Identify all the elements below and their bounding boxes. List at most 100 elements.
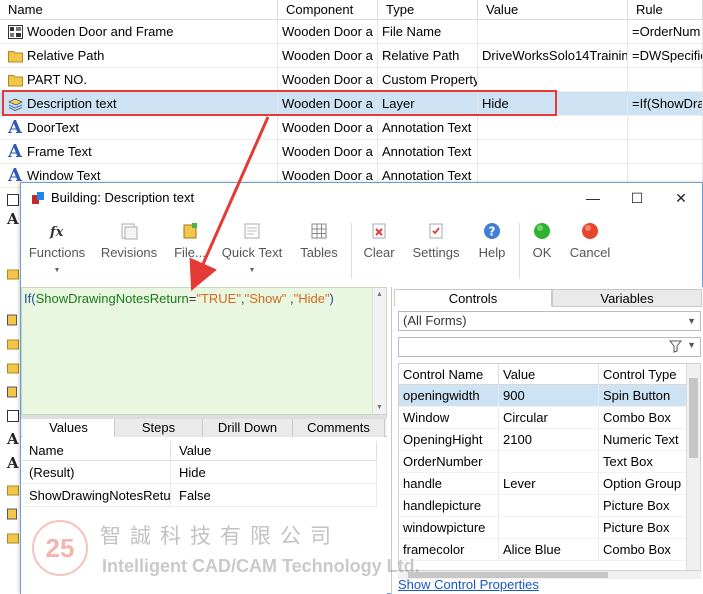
control-value[interactable]: Alice Blue xyxy=(499,539,599,561)
formula-editor[interactable]: If(ShowDrawingNotesReturn="TRUE","Show" … xyxy=(21,287,387,415)
control-value[interactable] xyxy=(499,451,599,473)
revisions-button[interactable]: Revisions xyxy=(99,221,159,279)
control-type[interactable]: Numeric Text xyxy=(599,429,689,451)
tab-controls[interactable]: Controls xyxy=(394,289,552,307)
controls-header-value[interactable]: Value xyxy=(499,364,599,385)
annotation-a-icon: A xyxy=(7,210,19,228)
values-row-name[interactable]: ShowDrawingNotesReturn xyxy=(21,484,171,507)
control-name[interactable]: handle xyxy=(399,473,499,495)
control-name[interactable]: framecolor xyxy=(399,539,499,561)
values-row-value[interactable]: False xyxy=(171,484,377,507)
filter-icon[interactable] xyxy=(669,340,682,353)
ribbon-toolbar: fx Functions ▼ Revisions File... Quick T… xyxy=(21,213,702,285)
control-value[interactable] xyxy=(499,517,599,539)
control-type[interactable]: Text Box xyxy=(599,451,689,473)
control-name[interactable]: Window xyxy=(399,407,499,429)
column-header-name[interactable]: Name xyxy=(0,0,278,20)
control-name[interactable]: OrderNumber xyxy=(399,451,499,473)
tables-icon xyxy=(311,223,327,239)
row-component: Wooden Door a xyxy=(278,44,378,68)
values-header-name[interactable]: Name xyxy=(21,441,171,461)
table-row[interactable]: A Frame Text Wooden Door a Annotation Te… xyxy=(0,140,703,164)
scroll-up-icon[interactable]: ▲ xyxy=(376,291,383,298)
column-header-component[interactable]: Component xyxy=(278,0,378,20)
chevron-down-icon: ▼ xyxy=(53,267,61,274)
control-type[interactable]: Picture Box xyxy=(599,495,689,517)
table-row[interactable]: Relative Path Wooden Door a Relative Pat… xyxy=(0,44,703,68)
column-header-type[interactable]: Type xyxy=(378,0,478,20)
close-button[interactable]: ✕ xyxy=(659,183,703,213)
control-name[interactable]: handlepicture xyxy=(399,495,499,517)
tab-comments[interactable]: Comments xyxy=(293,419,385,437)
values-header-value[interactable]: Value xyxy=(171,441,377,461)
show-control-properties-link[interactable]: Show Control Properties xyxy=(398,577,539,592)
row-type: Annotation Text xyxy=(378,140,478,164)
controls-table: Control Name Value Control Type openingw… xyxy=(398,363,701,571)
ok-button[interactable]: OK xyxy=(527,221,557,279)
row-rule xyxy=(628,116,703,140)
ribbon-separator xyxy=(519,223,520,279)
cancel-button[interactable]: Cancel xyxy=(567,221,613,279)
control-value[interactable] xyxy=(499,495,599,517)
file-button[interactable]: File... xyxy=(171,221,209,279)
control-type[interactable]: Option Group xyxy=(599,473,689,495)
formula-close-paren: ) xyxy=(329,291,334,306)
control-type[interactable]: Spin Button xyxy=(599,385,689,407)
tab-variables[interactable]: Variables xyxy=(552,289,702,307)
column-header-value[interactable]: Value xyxy=(478,0,628,20)
checkbox-icon xyxy=(7,410,19,422)
annotation-a-icon: A xyxy=(7,454,19,472)
settings-label: Settings xyxy=(412,245,460,260)
row-rule: =OrderNum xyxy=(628,20,703,44)
tab-values[interactable]: Values xyxy=(23,419,115,437)
controls-header-name[interactable]: Control Name xyxy=(399,364,499,385)
control-type[interactable]: Picture Box xyxy=(599,517,689,539)
control-value[interactable]: 2100 xyxy=(499,429,599,451)
table-icon xyxy=(8,25,23,39)
values-table: Name Value (Result) Hide ShowDrawingNote… xyxy=(21,441,387,594)
formula-string: "Hide" xyxy=(293,291,330,306)
formula-argument: ShowDrawingNotesReturn xyxy=(35,291,189,306)
controls-header-type[interactable]: Control Type xyxy=(599,364,689,385)
control-name[interactable]: windowpicture xyxy=(399,517,499,539)
forms-select[interactable]: (All Forms) ▼ xyxy=(398,311,701,331)
functions-button[interactable]: fx Functions ▼ xyxy=(27,221,87,279)
table-row[interactable]: PART NO. Wooden Door a Custom Property xyxy=(0,68,703,92)
control-type[interactable]: Combo Box xyxy=(599,407,689,429)
values-row-name[interactable]: (Result) xyxy=(21,461,171,484)
help-icon: ? xyxy=(484,223,500,239)
row-rule: =If(ShowDra xyxy=(628,92,703,116)
formula-function: If( xyxy=(24,291,36,306)
scroll-down-icon[interactable]: ▼ xyxy=(376,404,383,411)
scrollbar-thumb[interactable] xyxy=(689,378,698,458)
clear-button[interactable]: Clear xyxy=(359,221,399,279)
quick-text-button[interactable]: Quick Text ▼ xyxy=(219,221,285,279)
tab-drill-down[interactable]: Drill Down xyxy=(203,419,293,437)
settings-button[interactable]: Settings xyxy=(409,221,463,279)
control-value[interactable]: Lever xyxy=(499,473,599,495)
control-name[interactable]: openingwidth xyxy=(399,385,499,407)
formula-scrollbar[interactable]: ▲ ▼ xyxy=(372,288,386,414)
control-value[interactable]: 900 xyxy=(499,385,599,407)
tables-button[interactable]: Tables xyxy=(297,221,341,279)
control-value[interactable]: Circular xyxy=(499,407,599,429)
ok-icon xyxy=(534,223,550,239)
filter-input[interactable]: ▼ xyxy=(398,337,701,357)
folder-icon xyxy=(7,269,19,280)
control-name[interactable]: OpeningHight xyxy=(399,429,499,451)
tab-steps[interactable]: Steps xyxy=(115,419,203,437)
values-row-value[interactable]: Hide xyxy=(171,461,377,484)
table-row[interactable]: Wooden Door and Frame Wooden Door a File… xyxy=(0,20,703,44)
dialog-titlebar[interactable]: Building: Description text — ☐ ✕ xyxy=(21,183,702,213)
cancel-icon xyxy=(582,223,598,239)
revisions-label: Revisions xyxy=(100,245,158,260)
control-type[interactable]: Combo Box xyxy=(599,539,689,561)
help-button[interactable]: ? Help xyxy=(473,221,511,279)
row-value xyxy=(478,116,628,140)
minimize-button[interactable]: — xyxy=(571,183,615,213)
table-row[interactable]: A DoorText Wooden Door a Annotation Text xyxy=(0,116,703,140)
column-header-rule[interactable]: Rule xyxy=(628,0,703,20)
controls-vertical-scrollbar[interactable] xyxy=(686,364,700,570)
chevron-down-icon[interactable]: ▼ xyxy=(687,340,696,350)
maximize-button[interactable]: ☐ xyxy=(615,183,659,213)
